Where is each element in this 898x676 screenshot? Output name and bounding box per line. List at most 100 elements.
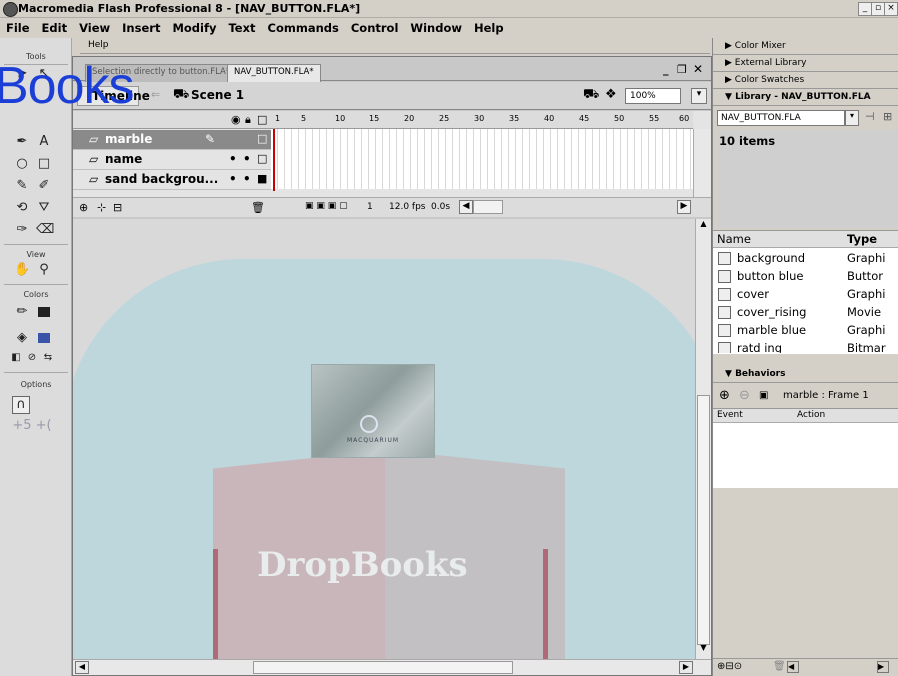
external-library-panel[interactable]: ▶ External Library [713, 55, 898, 72]
menu-window[interactable]: Window [404, 18, 468, 35]
layer-row-name[interactable]: ▱ name • • □ [73, 150, 271, 170]
menu-view[interactable]: View [73, 18, 116, 35]
doc-minimize-icon[interactable]: _ [663, 63, 669, 76]
playhead[interactable] [273, 129, 275, 191]
frame-ruler[interactable]: 1 5 10 15 20 25 30 35 40 45 50 55 60 [271, 111, 693, 129]
menu-commands[interactable]: Commands [262, 18, 345, 35]
smooth-straighten-icon[interactable]: +5 +( [12, 418, 52, 434]
zoom-tool-icon[interactable]: ⚲ [36, 262, 52, 278]
library-item-cover-rising[interactable]: cover_rising Movie [713, 303, 898, 321]
paint-bucket-icon[interactable]: ⛛ [36, 200, 52, 216]
library-item-marble-blue[interactable]: marble blue Graphi [713, 321, 898, 339]
add-guide-icon[interactable]: ⊹ [97, 201, 106, 214]
marble-symbol[interactable]: MACQUARIUM [311, 364, 435, 458]
menu-modify[interactable]: Modify [166, 18, 222, 35]
outline-box-icon[interactable]: ■ [257, 172, 267, 185]
oval-tool-icon[interactable]: ○ [14, 156, 30, 172]
stage-hscroll[interactable]: ◀ ▶ [73, 659, 711, 675]
scroll-up-icon[interactable]: ▲ [696, 219, 711, 233]
event-column-header[interactable]: Event [717, 410, 743, 420]
onion-skin-icon[interactable]: ▣ ▣ ▣ ▢ [305, 201, 348, 211]
timeline-scroll-left[interactable]: ◀ [459, 200, 473, 214]
swap-colors-icon[interactable]: ⇆ [40, 350, 56, 366]
menu-insert[interactable]: Insert [116, 18, 166, 35]
stroke-color-swatch[interactable] [38, 307, 50, 317]
pen-tool-icon[interactable]: ✒ [14, 134, 30, 150]
library-item-cover[interactable]: cover Graphi [713, 285, 898, 303]
timeline-scroll-thumb[interactable] [473, 200, 503, 214]
new-symbol-icon[interactable]: ⊕⊟⊙ [717, 661, 742, 672]
fill-color-icon[interactable]: ◈ [14, 330, 30, 346]
zoom-field[interactable]: 100% [625, 88, 681, 104]
no-color-icon[interactable]: ⊘ [24, 350, 40, 366]
fill-color-swatch[interactable] [38, 333, 50, 343]
outline-box-icon[interactable]: □ [257, 132, 267, 145]
add-layer-icon[interactable]: ⊕ [79, 201, 88, 214]
stage-vscroll-thumb[interactable] [697, 395, 710, 645]
library-item-button-blue[interactable]: button blue Buttor [713, 267, 898, 285]
snap-magnet-icon[interactable]: ∩ [12, 396, 30, 414]
scroll-left-icon[interactable]: ◀ [75, 661, 89, 674]
remove-behavior-icon[interactable]: ⊖ [739, 388, 750, 403]
type-column-header[interactable]: Type [847, 232, 877, 246]
stage-vscroll[interactable]: ▲ ▼ [695, 219, 711, 659]
library-panel-header[interactable]: ▼ Library - NAV_BUTTON.FLA [713, 89, 898, 106]
layer-row-marble[interactable]: ▱ marble ✎ □ [73, 130, 271, 150]
minimize-icon[interactable]: _ [858, 2, 872, 16]
lock-dot[interactable]: • [243, 152, 251, 166]
menu-file[interactable]: File [0, 18, 36, 35]
list-scroll-left[interactable]: ◀ [787, 661, 799, 673]
delete-symbol-icon[interactable]: 🗑︎ [773, 661, 786, 672]
zoom-dropdown-icon[interactable]: ▾ [691, 88, 707, 104]
outline-icon[interactable]: □ [257, 113, 267, 126]
menu-help[interactable]: Help [468, 18, 510, 35]
visibility-dot[interactable]: • [229, 172, 237, 186]
color-mixer-panel[interactable]: ▶ Color Mixer [713, 38, 898, 55]
timeline-scroll-right[interactable]: ▶ [677, 200, 691, 214]
eyedropper-tool-icon[interactable]: ✑ [14, 222, 30, 238]
menu-edit[interactable]: Edit [36, 18, 74, 35]
scroll-right-icon[interactable]: ▶ [679, 661, 693, 674]
library-dropdown-icon[interactable]: ▾ [845, 110, 859, 126]
eraser-tool-icon[interactable]: ⌫ [36, 222, 54, 238]
delete-layer-icon[interactable]: 🗑︎ [251, 201, 265, 214]
black-white-icon[interactable]: ◧ [8, 350, 24, 366]
restore-icon[interactable]: ▫ [871, 2, 885, 16]
lock-dot[interactable]: • [243, 172, 251, 186]
edit-symbol-icon[interactable]: ❖ [605, 87, 617, 102]
doc-close-icon[interactable]: ✕ [693, 62, 703, 76]
new-library-icon[interactable]: ⊞ [883, 110, 892, 123]
scroll-down-icon[interactable]: ▼ [696, 643, 711, 657]
library-column-header[interactable]: Name Type [713, 231, 898, 248]
stage-hscroll-thumb[interactable] [253, 661, 513, 674]
outline-box-icon[interactable]: □ [257, 152, 267, 165]
name-column-header[interactable]: Name [717, 232, 751, 246]
help-panel-bar[interactable]: Help [80, 38, 710, 54]
lock-icon[interactable]: 🔒︎ [245, 113, 251, 127]
eye-icon[interactable]: ◉ [231, 113, 241, 126]
pin-icon[interactable]: ⊣ [865, 110, 875, 123]
library-item-background[interactable]: background Graphi [713, 249, 898, 267]
back-arrow-icon[interactable]: ⇐ [151, 88, 160, 101]
hand-tool-icon[interactable]: ✋ [14, 262, 30, 278]
add-behavior-icon[interactable]: ⊕ [719, 388, 730, 403]
brush-tool-icon[interactable]: ✐ [36, 178, 52, 194]
close-icon[interactable]: × [884, 2, 898, 16]
add-folder-icon[interactable]: ⊟ [113, 201, 122, 214]
scene-label[interactable]: Scene 1 [191, 88, 244, 102]
library-item-ratd-ing[interactable]: ratd ing Bitmar [713, 339, 898, 353]
stage-area[interactable]: DropBooks MACQUARIUM [73, 219, 695, 659]
tab-nav-button-fla[interactable]: NAV_BUTTON.FLA* [227, 64, 321, 84]
behaviors-panel-header[interactable]: ▼ Behaviors [713, 366, 898, 383]
menu-control[interactable]: Control [345, 18, 405, 35]
rectangle-tool-icon[interactable]: □ [36, 156, 52, 172]
menu-text[interactable]: Text [222, 18, 261, 35]
edit-scene-icon[interactable]: ⛟ [583, 87, 599, 104]
visibility-dot[interactable]: • [229, 152, 237, 166]
action-column-header[interactable]: Action [797, 410, 825, 420]
free-transform-tool-icon[interactable]: ⟲ [14, 200, 30, 216]
layer-row-sand-background[interactable]: ▱ sand backgrou... • • ■ [73, 170, 271, 190]
doc-restore-icon[interactable]: ❐ [677, 63, 687, 76]
frame-grid[interactable] [271, 129, 693, 189]
color-swatches-panel[interactable]: ▶ Color Swatches [713, 72, 898, 89]
